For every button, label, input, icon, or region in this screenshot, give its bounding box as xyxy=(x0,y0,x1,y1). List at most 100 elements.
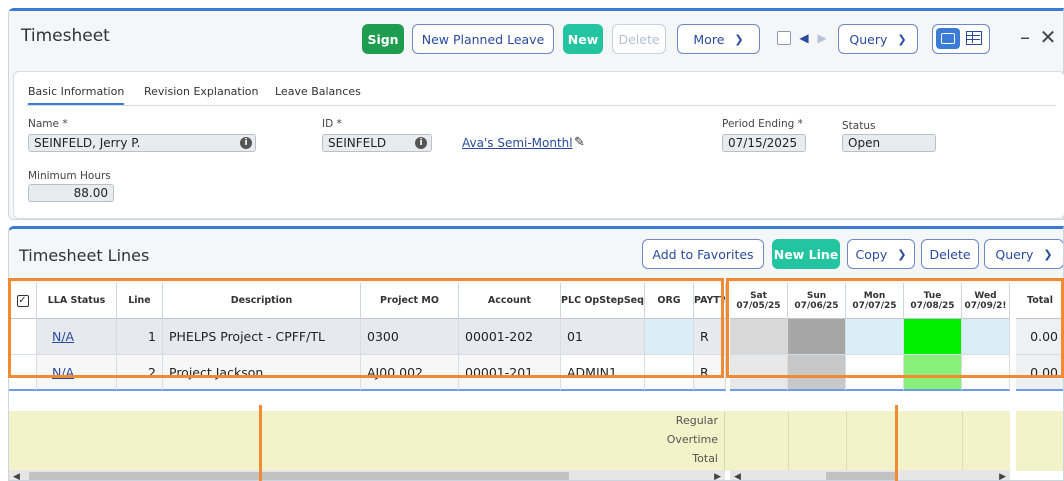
day-date: 07/06/25 xyxy=(794,300,839,311)
query-lines-button[interactable]: Query ❯ xyxy=(984,239,1063,269)
sign-button[interactable]: Sign xyxy=(362,24,404,54)
description-header[interactable]: Description xyxy=(163,283,361,319)
paytype-cell[interactable]: R xyxy=(694,319,726,355)
description-cell[interactable]: PHELPS Project - CPFF/TL xyxy=(163,319,361,355)
scroll-left-icon[interactable]: ◀ xyxy=(734,472,741,480)
lla-status-header[interactable]: LLA Status xyxy=(37,283,117,319)
table-view-icon[interactable] xyxy=(966,31,982,45)
scroll-left-icon[interactable]: ◀ xyxy=(13,472,20,480)
name-label: Name * xyxy=(28,118,68,130)
close-icon[interactable]: ✕ xyxy=(1039,25,1057,49)
summary-overtime: Overtime xyxy=(666,433,718,446)
scrollbar-thumb[interactable] xyxy=(826,472,896,480)
summary-area: Regular Overtime Total xyxy=(9,411,1063,471)
more-button[interactable]: More ❯ xyxy=(677,24,760,54)
hours-cell-wed[interactable] xyxy=(962,355,1010,391)
day-header-tue[interactable]: Tue 07/08/25 xyxy=(904,283,962,319)
new-line-button[interactable]: New Line xyxy=(772,239,840,269)
new-planned-leave-button[interactable]: New Planned Leave xyxy=(412,24,554,54)
day-header-sun[interactable]: Sun 07/06/25 xyxy=(788,283,846,319)
form-view-icon[interactable] xyxy=(936,28,960,49)
delete-line-button[interactable]: Delete xyxy=(921,239,979,269)
tab-basic-information[interactable]: Basic Information xyxy=(28,85,125,105)
account-cell[interactable]: 00001-201 xyxy=(459,355,561,391)
new-button[interactable]: New xyxy=(563,24,603,54)
hours-cell-sat[interactable] xyxy=(730,319,788,355)
description-cell[interactable]: Project Jackson xyxy=(163,355,361,391)
lla-status-cell: N/A xyxy=(37,355,117,391)
plc-header[interactable]: PLC OpStepSeq xyxy=(561,283,645,319)
id-info-icon[interactable]: i xyxy=(415,137,427,149)
minimum-hours-value: 88.00 xyxy=(73,186,108,200)
lla-status-link[interactable]: N/A xyxy=(52,365,74,380)
day-name: Wed xyxy=(974,290,997,301)
name-field[interactable]: SEINFELD, Jerry P. xyxy=(28,134,256,152)
account-header[interactable]: Account xyxy=(459,283,561,319)
day-name: Mon xyxy=(863,290,886,301)
org-header[interactable]: ORG xyxy=(645,283,694,319)
delete-button[interactable]: Delete xyxy=(612,24,666,54)
hours-cell-tue[interactable] xyxy=(904,355,962,391)
plc-cell[interactable]: ADMIN1 xyxy=(561,355,645,391)
name-info-icon[interactable]: i xyxy=(240,137,252,149)
view-toggle xyxy=(932,24,990,54)
summary-regular: Regular xyxy=(675,414,718,427)
org-cell[interactable] xyxy=(645,319,694,355)
minimum-hours-field[interactable]: 88.00 xyxy=(28,184,114,202)
timesheet-lines-panel: Timesheet Lines Add to Favorites New Lin… xyxy=(8,226,1064,481)
org-cell[interactable] xyxy=(645,355,694,391)
schedule-link[interactable]: Ava's Semi-Monthl xyxy=(462,136,573,150)
select-all-header: ✓ xyxy=(9,283,37,319)
hours-cell-sun[interactable] xyxy=(788,319,846,355)
right-horizontal-scrollbar[interactable]: ◀ ▶ xyxy=(730,470,1010,480)
hours-cell-mon[interactable] xyxy=(846,355,904,391)
tab-revision-explanation[interactable]: Revision Explanation xyxy=(144,85,259,105)
status-value: Open xyxy=(848,136,881,150)
project-cell[interactable]: AJ00.002 xyxy=(361,355,459,391)
line-header[interactable]: Line xyxy=(117,283,163,319)
lla-status-link[interactable]: N/A xyxy=(52,329,74,344)
lla-status-cell: N/A xyxy=(37,319,117,355)
plc-cell[interactable]: 01 xyxy=(561,319,645,355)
hours-cell-wed[interactable] xyxy=(962,319,1010,355)
select-all-checkbox[interactable]: ✓ xyxy=(16,294,29,307)
row-select[interactable] xyxy=(9,355,37,391)
day-header-wed[interactable]: Wed 07/09/2! xyxy=(962,283,1010,319)
total-header[interactable]: Total xyxy=(1016,283,1063,319)
day-name: Sun xyxy=(806,290,827,301)
query-lines-label: Query xyxy=(995,246,1034,262)
timesheet-lines-grid: ✓ LLA Status Line Description Project MO… xyxy=(9,283,1063,480)
copy-button[interactable]: Copy ❯ xyxy=(847,239,915,269)
hours-cell-mon[interactable] xyxy=(846,319,904,355)
left-horizontal-scrollbar[interactable]: ◀ ▶ xyxy=(9,470,725,480)
previous-record-icon[interactable]: ◀ xyxy=(797,29,811,47)
next-record-icon[interactable]: ▶ xyxy=(815,29,829,47)
title-bar: Timesheet Sign New Planned Leave New Del… xyxy=(9,11,1063,65)
row-select[interactable] xyxy=(9,319,37,355)
add-to-favorites-button[interactable]: Add to Favorites xyxy=(642,239,764,269)
paytype-cell[interactable]: R xyxy=(694,355,726,391)
project-mo-header[interactable]: Project MO xyxy=(361,283,459,319)
account-cell[interactable]: 00001-202 xyxy=(459,319,561,355)
scroll-right-icon[interactable]: ▶ xyxy=(999,472,1006,480)
paytype-header[interactable]: PAYTY xyxy=(694,283,726,319)
tab-leave-balances[interactable]: Leave Balances xyxy=(275,85,361,105)
hours-cell-tue[interactable] xyxy=(904,319,962,355)
edit-icon[interactable]: ✎ xyxy=(574,135,588,150)
day-header-mon[interactable]: Mon 07/07/25 xyxy=(846,283,904,319)
chevron-down-icon: ❯ xyxy=(897,32,907,46)
hours-cell-sat[interactable] xyxy=(730,355,788,391)
minimize-icon[interactable]: – xyxy=(1017,25,1033,49)
period-ending-field[interactable]: 07/15/2025 xyxy=(722,134,806,152)
select-checkbox[interactable] xyxy=(777,31,791,45)
scrollbar-thumb[interactable] xyxy=(29,472,569,480)
scroll-right-icon[interactable]: ▶ xyxy=(714,472,721,480)
day-date: 07/09/2! xyxy=(964,300,1007,311)
day-header-sat[interactable]: Sat 07/05/25 xyxy=(730,283,788,319)
day-name: Tue xyxy=(923,290,942,301)
line-cell: 2 xyxy=(117,355,163,391)
project-cell[interactable]: 0300 xyxy=(361,319,459,355)
query-button[interactable]: Query ❯ xyxy=(838,24,918,54)
line-cell: 1 xyxy=(117,319,163,355)
hours-cell-sun[interactable] xyxy=(788,355,846,391)
